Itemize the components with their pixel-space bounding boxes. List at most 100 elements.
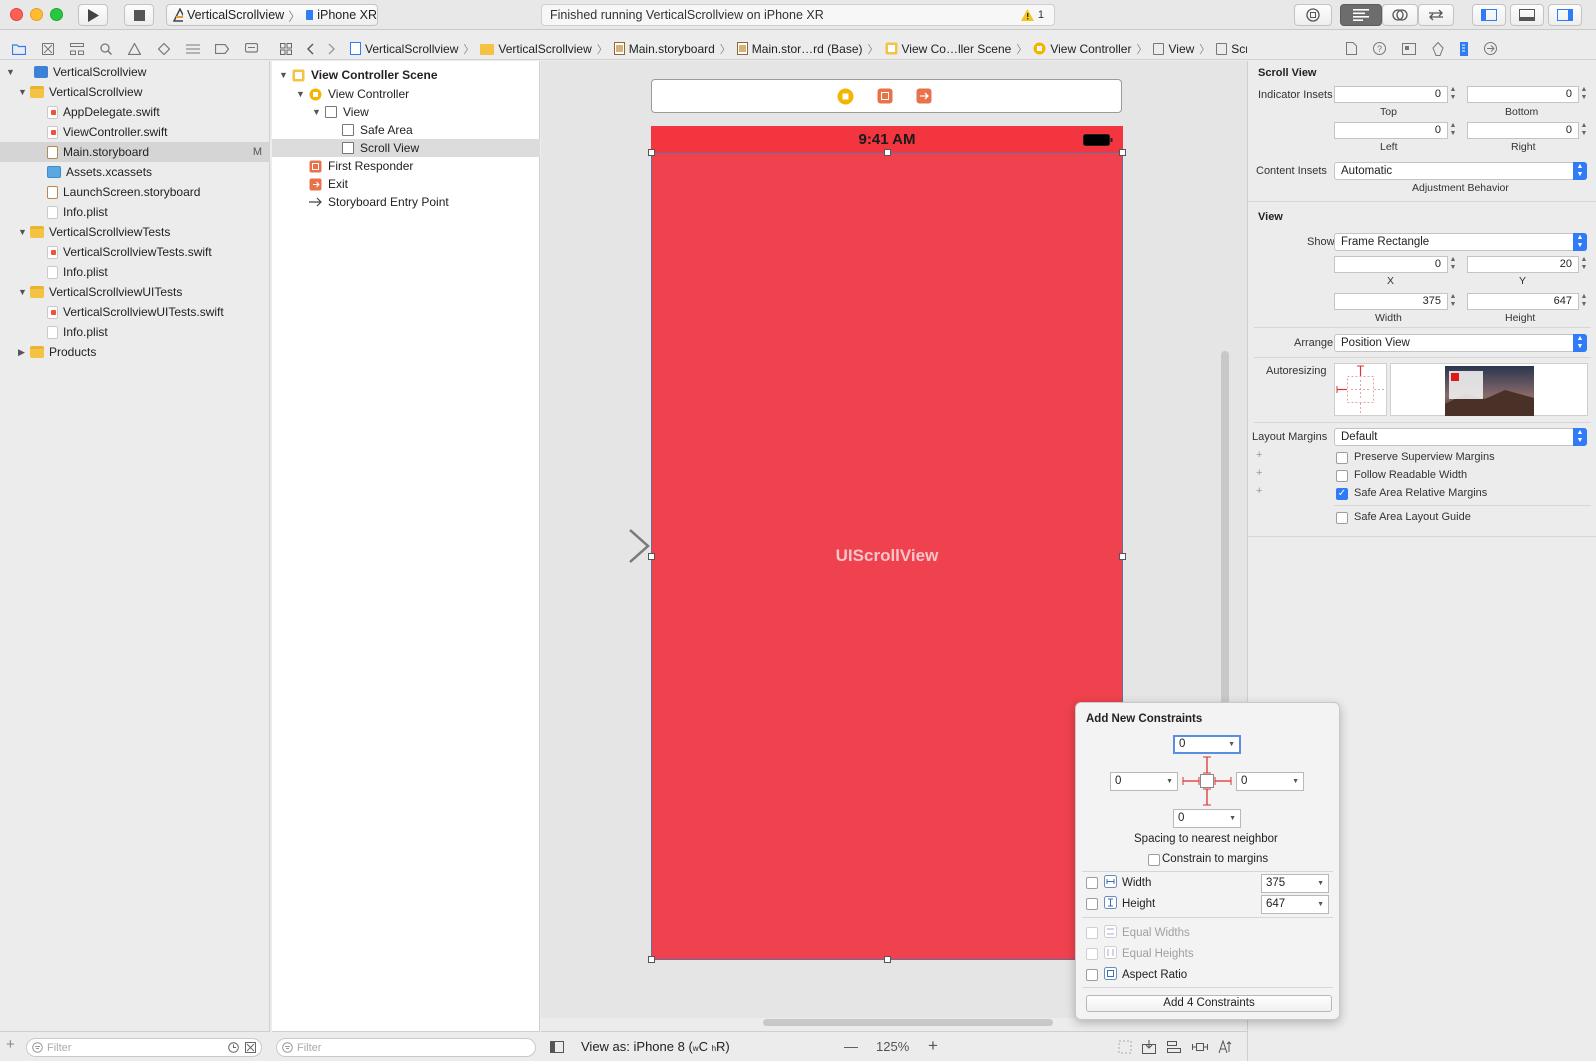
horizontal-scrollbar[interactable] xyxy=(763,1019,1053,1026)
arrange-popup[interactable]: Position View ▲ ▼ xyxy=(1334,334,1587,352)
add-variation-button[interactable]: + xyxy=(1256,485,1262,497)
resize-handle[interactable] xyxy=(884,956,891,963)
frame-width-field[interactable]: 375 xyxy=(1334,293,1448,310)
leading-spacing-field[interactable]: 0 ▼ xyxy=(1110,772,1178,791)
navigator-item-file[interactable]: Assets.xcassets xyxy=(0,162,270,182)
trailing-spacing-field[interactable]: 0 ▼ xyxy=(1236,772,1304,791)
test-navigator-tab[interactable] xyxy=(157,42,171,56)
stepper[interactable]: ▲ ▼ xyxy=(1580,86,1588,103)
zoom-window-button[interactable] xyxy=(50,8,63,21)
jumpbar-crumb-group[interactable]: VerticalScrollview xyxy=(480,42,592,56)
resize-handle[interactable] xyxy=(648,956,655,963)
indicator-inset-bottom-field[interactable]: 0 xyxy=(1467,86,1579,103)
constrain-to-margins-checkbox[interactable] xyxy=(1148,854,1160,866)
update-frames-icon[interactable] xyxy=(1118,1040,1132,1054)
indicator-inset-left-field[interactable]: 0 xyxy=(1334,122,1448,139)
breakpoint-navigator-tab[interactable] xyxy=(215,42,230,56)
jumpbar-crumb-view-controller[interactable]: View Controller xyxy=(1033,42,1131,56)
identity-inspector-tab[interactable] xyxy=(1402,42,1416,55)
view-controller-icon[interactable] xyxy=(837,88,854,105)
indicator-inset-right-field[interactable]: 0 xyxy=(1467,122,1579,139)
safe-area-relative-margins-checkbox[interactable]: ✓ xyxy=(1336,488,1348,500)
navigator-filter-field[interactable]: Filter xyxy=(26,1038,262,1057)
assistant-editor-button[interactable] xyxy=(1382,4,1418,26)
standard-editor-button[interactable] xyxy=(1340,4,1382,26)
connections-inspector-tab[interactable] xyxy=(1484,42,1497,55)
jumpbar-crumb-view[interactable]: View xyxy=(1153,42,1194,56)
navigator-item-file[interactable]: VerticalScrollviewUITests.swift xyxy=(0,302,270,322)
show-popup[interactable]: Frame Rectangle ▲ ▼ xyxy=(1334,233,1587,251)
find-navigator-tab[interactable] xyxy=(99,42,113,56)
navigator-item-file[interactable]: Info.plist xyxy=(0,202,270,222)
indicator-inset-top-field[interactable]: 0 xyxy=(1334,86,1448,103)
height-constraint-field[interactable]: 647 ▼ xyxy=(1261,895,1329,914)
safe-area-layout-guide-checkbox[interactable] xyxy=(1336,512,1348,524)
run-button[interactable] xyxy=(78,4,108,26)
jumpbar-crumb-scene[interactable]: View Co…ller Scene xyxy=(885,42,1011,56)
source-control-navigator-tab[interactable] xyxy=(41,42,55,56)
device-configuration-button[interactable]: View as: iPhone 8 (wC hR) xyxy=(581,1039,730,1054)
stepper[interactable]: ▲ ▼ xyxy=(1449,293,1457,310)
resolve-auto-layout-issues-icon[interactable] xyxy=(1218,1040,1234,1054)
resize-handle[interactable] xyxy=(884,149,891,156)
preserve-superview-margins-checkbox[interactable] xyxy=(1336,452,1348,464)
stepper[interactable]: ▲ ▼ xyxy=(1580,122,1588,139)
outline-filter-field[interactable]: Filter xyxy=(276,1038,536,1057)
attributes-inspector-tab[interactable] xyxy=(1432,41,1444,56)
navigator-item-file[interactable]: LaunchScreen.storyboard xyxy=(0,182,270,202)
add-new-constraints-icon[interactable] xyxy=(1192,1040,1208,1054)
jumpbar-crumb-project[interactable]: VerticalScrollview xyxy=(350,42,458,56)
navigator-item-group[interactable]: ▼ VerticalScrollviewTests xyxy=(0,222,270,242)
navigator-item-file-selected[interactable]: Main.storyboard M xyxy=(0,142,270,162)
quick-help-tab[interactable]: ? xyxy=(1373,42,1386,55)
stop-button[interactable] xyxy=(124,4,154,26)
layout-margins-popup[interactable]: Default ▲ ▼ xyxy=(1334,428,1587,446)
jumpbar-crumb-storyboard[interactable]: Main.storyboard xyxy=(613,42,715,56)
spacing-constraints-diagram-icon[interactable] xyxy=(1181,755,1233,809)
navigator-item-group[interactable]: ▼ VerticalScrollviewUITests xyxy=(0,282,270,302)
recent-files-clock-icon[interactable] xyxy=(228,1042,239,1053)
jumpbar-crumb-scroll-view[interactable]: Scroll View xyxy=(1216,42,1247,56)
embed-in-stack-icon[interactable] xyxy=(1142,1040,1156,1054)
autoresizing-mask-editor-icon[interactable] xyxy=(1334,363,1387,416)
project-navigator-tab[interactable] xyxy=(11,42,26,56)
outline-item-entry-point[interactable]: Storyboard Entry Point xyxy=(272,193,540,211)
library-button[interactable] xyxy=(1294,4,1332,26)
bottom-spacing-field[interactable]: 0 ▼ xyxy=(1173,809,1241,828)
warning-indicator[interactable]: 1 xyxy=(1020,9,1044,21)
top-spacing-field[interactable]: 0 ▼ xyxy=(1173,735,1241,754)
resize-handle[interactable] xyxy=(1119,149,1126,156)
stepper[interactable]: ▲ ▼ xyxy=(1580,293,1588,310)
outline-item-safe-area[interactable]: Safe Area xyxy=(272,121,540,139)
navigator-item-file[interactable]: Info.plist xyxy=(0,322,270,342)
zoom-in-button[interactable]: + xyxy=(928,1036,938,1056)
debug-navigator-tab[interactable] xyxy=(186,42,201,56)
scheme-selector[interactable]: VerticalScrollview 〉 iPhone XR xyxy=(166,4,378,26)
close-window-button[interactable] xyxy=(10,8,23,21)
entry-point-arrow-icon[interactable] xyxy=(548,528,652,564)
toggle-outline-icon[interactable] xyxy=(550,1041,564,1053)
source-control-filter-icon[interactable] xyxy=(245,1042,256,1053)
back-button[interactable] xyxy=(306,43,314,55)
add-file-button[interactable]: + xyxy=(6,1036,15,1053)
navigator-item-file[interactable]: Info.plist xyxy=(0,262,270,282)
minimize-window-button[interactable] xyxy=(30,8,43,21)
width-constraint-field[interactable]: 375 ▼ xyxy=(1261,874,1329,893)
aspect-ratio-checkbox[interactable] xyxy=(1086,969,1098,981)
outline-item-scene[interactable]: ▼ View Controller Scene xyxy=(272,66,540,84)
size-inspector-tab[interactable] xyxy=(1460,41,1468,56)
navigator-item-file[interactable]: ViewController.swift xyxy=(0,122,270,142)
resize-handle[interactable] xyxy=(648,149,655,156)
file-inspector-tab[interactable] xyxy=(1346,42,1357,55)
navigator-item-project[interactable]: ▼ VerticalScrollview xyxy=(0,62,270,82)
content-insets-popup[interactable]: Automatic ▲ ▼ xyxy=(1334,162,1587,180)
exit-icon[interactable] xyxy=(916,88,932,104)
navigator-item-file[interactable]: VerticalScrollviewTests.swift xyxy=(0,242,270,262)
stepper[interactable]: ▲ ▼ xyxy=(1449,86,1457,103)
outline-item-first-responder[interactable]: First Responder xyxy=(272,157,540,175)
report-navigator-tab[interactable] xyxy=(244,42,258,56)
align-icon[interactable] xyxy=(1167,1040,1181,1054)
stepper[interactable]: ▲ ▼ xyxy=(1580,256,1588,273)
add-variation-button[interactable]: + xyxy=(1256,449,1262,461)
outline-item-view[interactable]: ▼ View xyxy=(272,103,540,121)
